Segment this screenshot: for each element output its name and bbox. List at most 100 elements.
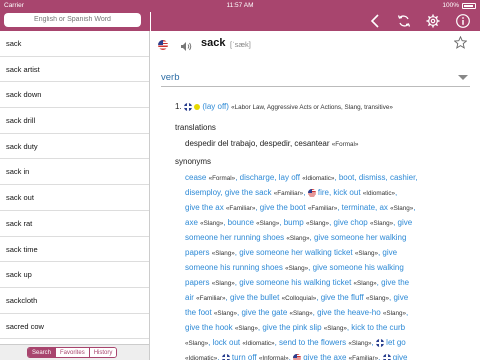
usage-note: «Slang» [390, 205, 414, 212]
synonym-link[interactable]: , discharge, lay off [235, 173, 302, 182]
synonym-link[interactable]: , give someone her walking [310, 233, 407, 242]
search-input[interactable] [4, 13, 141, 27]
headword-row: sack [ˈsæk] [151, 31, 480, 59]
pos-label: verb [161, 72, 180, 83]
synonym-link[interactable]: , give [389, 293, 408, 302]
synonym-line: give the hook «Slang», give the pink sli… [185, 320, 468, 336]
list-item[interactable]: sack out [0, 185, 149, 211]
uk-flag-icon [375, 338, 384, 347]
synonym-link[interactable]: , [413, 203, 415, 212]
synonym-link[interactable]: , give someone his walking [308, 263, 404, 272]
synonym-link[interactable]: , [395, 188, 397, 197]
synonym-link[interactable]: papers [185, 278, 212, 287]
synonym-link[interactable]: axe [185, 218, 200, 227]
synonym-link[interactable]: , give the pink slip [258, 323, 324, 332]
usage-note: «Idiomatic» [302, 175, 335, 182]
usage-note: «Slang» [365, 295, 390, 302]
synonym-line: air «Familiar», give the bullet «Colloqu… [185, 290, 468, 306]
favorite-star-icon[interactable] [453, 35, 468, 54]
synonym-link[interactable]: give the hook [185, 323, 235, 332]
synonym-link[interactable]: , give the gate [237, 308, 289, 317]
usage-note: «Slang» [185, 340, 209, 347]
bottom-toolbar: Search Favorites History [0, 344, 150, 360]
synonym-link[interactable]: , lock out [208, 338, 242, 347]
synonym-link[interactable]: papers [185, 248, 212, 257]
speaker-icon[interactable] [180, 39, 192, 57]
synonym-link[interactable]: , give [378, 248, 397, 257]
synonym-link[interactable]: give [391, 353, 408, 360]
chevron-down-icon [458, 75, 468, 80]
usage-note: «Slang» [213, 310, 238, 317]
usage-note: «Slang» [211, 280, 235, 287]
tab-history[interactable]: History [89, 348, 117, 357]
app-window: Carrier 11:57 AM 100% sack sack artist s… [0, 0, 480, 360]
synonym-line: give the ax «Familiar», give the boot «F… [185, 200, 468, 216]
headword: sack [201, 37, 226, 49]
dot-icon [194, 103, 201, 110]
synonym-link[interactable]: , give the [377, 278, 409, 287]
list-item[interactable]: sack in [0, 159, 149, 186]
synonym-link[interactable]: , give chop [329, 218, 370, 227]
list-item[interactable]: sack time [0, 237, 149, 263]
usage-note: «Slang» [348, 340, 372, 347]
synonym-link[interactable]: , bounce [223, 218, 256, 227]
battery-percent: 100% [442, 2, 459, 9]
synonym-link[interactable]: , give the boot [255, 203, 307, 212]
list-item[interactable]: sackcloth [0, 288, 149, 314]
synonym-link[interactable]: air [185, 293, 196, 302]
list-item[interactable]: sacred cow [0, 314, 149, 340]
synonym-link[interactable]: , give someone his walking ticket [235, 278, 354, 287]
synonym-link[interactable]: , [406, 308, 408, 317]
synonym-link[interactable]: , terminate, ax [337, 203, 390, 212]
synonym-link[interactable]: , give the fluff [316, 293, 366, 302]
part-of-speech-selector[interactable]: verb [161, 70, 470, 87]
synonym-link[interactable]: , give [393, 218, 412, 227]
synonym-link[interactable]: , give the bullet [226, 293, 282, 302]
sense-term[interactable]: (lay off) [202, 102, 229, 111]
list-item[interactable]: sack up [0, 262, 149, 288]
synonym-link[interactable]: , bump [279, 218, 306, 227]
list-item[interactable]: sack rat [0, 211, 149, 237]
usage-note: «Formal» [208, 175, 236, 182]
synonym-link[interactable]: let go [384, 338, 406, 347]
synonym-link[interactable]: give the ax [185, 203, 226, 212]
synonym-link[interactable]: turn off [230, 353, 259, 360]
synonym-line: the foot «Slang», give the gate «Slang»,… [185, 305, 468, 321]
list-item[interactable]: sack artist [0, 57, 149, 83]
synonym-link[interactable]: , give someone her walking ticket [235, 248, 355, 257]
synonym-link[interactable]: , send to the flowers [275, 338, 349, 347]
list-item[interactable]: sack duty [0, 134, 149, 160]
sense-row: 1. (lay off) «Labor Law, Aggressive Acts… [175, 102, 393, 111]
clock: 11:57 AM [226, 2, 254, 9]
synonym-line: cease «Formal», discharge, lay off «Idio… [185, 170, 468, 186]
synonym-link[interactable]: the foot [185, 308, 214, 317]
list-item[interactable]: sack down [0, 82, 149, 109]
usage-note: «Slang» [353, 280, 377, 287]
usage-note: «Slang» [369, 220, 394, 227]
info-icon[interactable] [455, 13, 471, 29]
refresh-icon[interactable] [396, 13, 412, 29]
synonym-link[interactable]: give the axe [301, 353, 349, 360]
translations-row: despedir del trabajo, despedir, cesantea… [185, 139, 358, 148]
tab-search[interactable]: Search [28, 348, 57, 357]
back-icon[interactable] [367, 13, 383, 29]
sense-number: 1. [175, 102, 182, 111]
list-item[interactable]: sack [0, 31, 149, 57]
synonym-link[interactable]: disemploy, give the sack [185, 188, 274, 197]
synonym-link[interactable]: , give the heave-ho [313, 308, 383, 317]
usage-note: «Idiomatic» [362, 190, 395, 197]
usage-note: «Slang» [382, 310, 407, 317]
list-item[interactable]: sack drill [0, 108, 149, 134]
synonym-link[interactable]: cease [185, 173, 209, 182]
synonym-link[interactable]: , kick to the curb [347, 323, 405, 332]
synonym-link[interactable]: someone his running shoes [185, 263, 285, 272]
uk-flag-icon [183, 102, 192, 111]
tab-favorites[interactable]: Favorites [56, 348, 90, 357]
us-flag-icon[interactable] [158, 40, 168, 50]
usage-note: «Colloquial» [281, 295, 317, 302]
settings-icon[interactable] [425, 13, 441, 29]
usage-note: «Slang» [323, 325, 347, 332]
synonym-link[interactable]: someone her running shoes [185, 233, 286, 242]
synonym-link[interactable]: , boot, dismiss, cashier, [334, 173, 417, 182]
synonym-link[interactable]: fire, kick out [316, 188, 363, 197]
